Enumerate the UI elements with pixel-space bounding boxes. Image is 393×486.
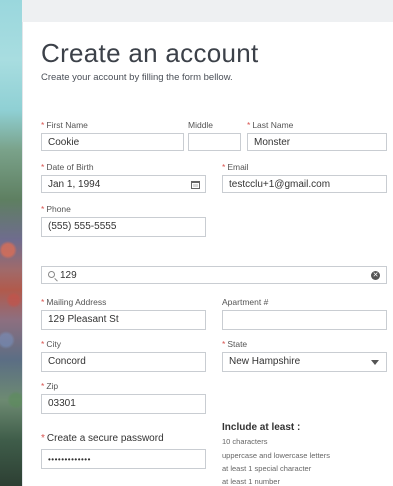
password-label: * Create a secure password	[41, 433, 164, 444]
first-name-label-text: First Name	[46, 120, 88, 130]
requirement-item: at least 1 special character	[222, 464, 312, 473]
required-marker: *	[247, 120, 251, 130]
email-label: * Email	[222, 162, 249, 172]
email-label-text: Email	[227, 162, 249, 172]
calendar-icon[interactable]	[191, 181, 200, 189]
chevron-down-icon	[371, 360, 379, 365]
dob-label: * Date of Birth	[41, 162, 94, 172]
clear-icon[interactable]: ✕	[371, 271, 380, 280]
state-label-text: State	[227, 339, 248, 349]
background-image	[0, 0, 22, 486]
dob-field[interactable]: Jan 1, 1994	[41, 175, 206, 193]
page-subtitle: Create your account by filling the form …	[41, 72, 233, 83]
required-marker: *	[41, 297, 45, 307]
mailing-address-label-text: Mailing Address	[46, 297, 107, 307]
address-search-input[interactable]: 129 ✕	[41, 266, 387, 284]
required-marker: *	[41, 381, 45, 391]
first-name-label: * First Name	[41, 120, 88, 130]
first-name-field[interactable]: Cookie	[41, 133, 184, 151]
address-search-value: 129	[60, 270, 77, 281]
middle-name-label: Middle	[188, 120, 214, 130]
requirement-item: at least 1 number	[222, 477, 280, 486]
page-title: Create an account	[41, 38, 259, 68]
city-label-text: City	[46, 339, 61, 349]
mailing-address-label: * Mailing Address	[41, 297, 106, 307]
required-marker: *	[41, 339, 45, 349]
apartment-field[interactable]	[222, 310, 387, 330]
phone-field[interactable]: (555) 555-5555	[41, 217, 206, 237]
state-select[interactable]: New Hampshire	[222, 352, 387, 372]
state-value: New Hampshire	[229, 356, 301, 367]
phone-label-text: Phone	[46, 204, 71, 214]
last-name-field[interactable]: Monster	[247, 133, 387, 151]
last-name-label: * Last Name	[247, 120, 293, 130]
required-marker: *	[41, 433, 45, 444]
city-field[interactable]: Concord	[41, 352, 206, 372]
required-marker: *	[41, 204, 45, 214]
mailing-address-field[interactable]: 129 Pleasant St	[41, 310, 206, 330]
phone-label: * Phone	[41, 204, 71, 214]
city-label: * City	[41, 339, 61, 349]
requirement-item: uppercase and lowercase letters	[222, 451, 330, 460]
window-top-bar	[0, 0, 393, 22]
required-marker: *	[41, 120, 45, 130]
zip-label: * Zip	[41, 381, 58, 391]
required-marker: *	[41, 162, 45, 172]
zip-field[interactable]: 03301	[41, 394, 206, 414]
last-name-label-text: Last Name	[252, 120, 294, 130]
search-icon	[48, 271, 55, 278]
password-requirements-title: Include at least :	[222, 422, 301, 433]
requirement-item: 10 characters	[222, 437, 268, 446]
signup-form: Create an account Create your account by…	[22, 22, 393, 486]
required-marker: *	[222, 339, 226, 349]
dob-value: Jan 1, 1994	[48, 179, 101, 190]
email-field[interactable]: testcclu+1@gmail.com	[222, 175, 387, 193]
dob-label-text: Date of Birth	[46, 162, 94, 172]
middle-name-field[interactable]	[188, 133, 241, 151]
state-label: * State	[222, 339, 247, 349]
apartment-label: Apartment #	[222, 297, 269, 307]
password-field[interactable]: •••••••••••••	[41, 449, 206, 469]
password-label-text: Create a secure password	[46, 433, 164, 444]
required-marker: *	[222, 162, 226, 172]
zip-label-text: Zip	[46, 381, 59, 391]
